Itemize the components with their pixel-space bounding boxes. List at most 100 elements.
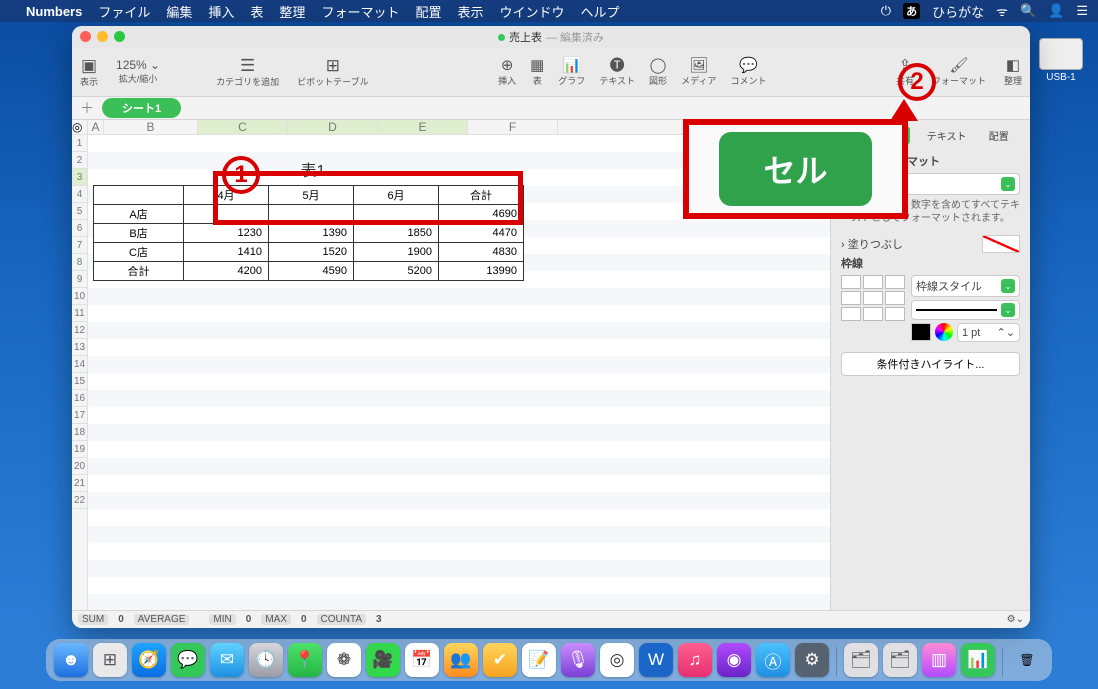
row-1[interactable]: 1 (72, 135, 87, 152)
column-headers[interactable]: A B C D E F (88, 120, 830, 135)
row-10[interactable]: 10 (72, 288, 87, 305)
menu-help[interactable]: ヘルプ (581, 2, 620, 21)
dock-mail[interactable]: ✉︎ (210, 643, 244, 677)
row-22[interactable]: 22 (72, 492, 87, 509)
row-headers[interactable]: 1 2 3 4 5 6 7 8 9 10 11 12 13 14 15 16 1… (72, 135, 88, 610)
dock-music[interactable]: ♫ (678, 643, 712, 677)
control-center-icon[interactable]: ☰ (1076, 3, 1088, 19)
row-2[interactable]: 2 (72, 152, 87, 169)
toolbar-table[interactable]: ▦表 (530, 58, 544, 87)
dock-maps[interactable]: 📍 (288, 643, 322, 677)
toolbar-pivot[interactable]: ⊞ ピボットテーブル (297, 57, 368, 88)
add-sheet-button[interactable]: ＋ (78, 98, 96, 118)
dock-settings[interactable]: ⚙︎ (795, 643, 829, 677)
sheet-tab-1[interactable]: シート1 (102, 98, 181, 118)
dock-numbers[interactable]: 📊 (961, 643, 995, 677)
toolbar-share[interactable]: ⇪共有 (896, 58, 914, 87)
border-style-select[interactable]: 枠線スタイル ⌄ (911, 275, 1020, 297)
dock-appstore[interactable]: Ⓐ (756, 643, 790, 677)
dock-podcasts2[interactable]: ◉ (717, 643, 751, 677)
menu-edit[interactable]: 編集 (166, 2, 192, 21)
row-14[interactable]: 14 (72, 356, 87, 373)
row-3[interactable]: 3 (72, 169, 87, 186)
toolbar-tidy[interactable]: ◧整理 (1004, 58, 1022, 87)
desktop-usb-drive[interactable]: USB-1 (1036, 38, 1086, 83)
dock-trash[interactable]: 🗑 (1010, 643, 1044, 677)
status-settings-button[interactable]: ⚙︎⌄ (1007, 614, 1024, 625)
dock-contacts[interactable]: 👥 (444, 643, 478, 677)
row-13[interactable]: 13 (72, 339, 87, 356)
menu-insert[interactable]: 挿入 (208, 2, 234, 21)
border-color-swatch[interactable] (911, 323, 931, 341)
dock-podcasts[interactable]: 🎙 (561, 643, 595, 677)
dock-messages[interactable]: 💬 (171, 643, 205, 677)
menu-file[interactable]: ファイル (98, 2, 150, 21)
data-format-select[interactable]: テキスト ⌄ (841, 173, 1020, 195)
row-18[interactable]: 18 (72, 424, 87, 441)
inspector-tab-text[interactable]: テキスト (921, 126, 973, 145)
header-m6[interactable]: 6月 (354, 186, 439, 205)
row-5[interactable]: 5 (72, 203, 87, 220)
header-m5[interactable]: 5月 (269, 186, 354, 205)
dock-clock[interactable]: 🕓 (249, 643, 283, 677)
border-line-select[interactable]: ⌄ (911, 300, 1020, 320)
data-table[interactable]: 4月 5月 6月 合計 A店4690 B店1230139018504470 C店… (93, 185, 524, 281)
border-thickness[interactable]: 1 pt ⌃⌄ (957, 323, 1020, 342)
menu-arrange[interactable]: 配置 (415, 2, 441, 21)
col-D[interactable]: D (288, 120, 378, 134)
color-wheel-icon[interactable] (935, 323, 953, 341)
fill-swatch[interactable] (982, 235, 1020, 253)
row-19[interactable]: 19 (72, 441, 87, 458)
col-A[interactable]: A (88, 120, 104, 134)
dock-photos[interactable]: ❁ (327, 643, 361, 677)
dock-calendar[interactable]: 📅 (405, 643, 439, 677)
close-button[interactable] (80, 31, 91, 42)
row-7[interactable]: 7 (72, 237, 87, 254)
ime-mode[interactable]: ひらがな (932, 2, 984, 21)
dock-stack2[interactable]: 🗂 (883, 643, 917, 677)
toolbar-category[interactable]: ☰ カテゴリを追加 (216, 57, 279, 88)
dock-launchpad[interactable]: ⊞ (93, 643, 127, 677)
header-m4[interactable]: 4月 (184, 186, 269, 205)
window-titlebar[interactable]: 売上表 — 編集済み (72, 26, 1030, 48)
menu-format[interactable]: フォーマット (321, 2, 399, 21)
battery-icon[interactable]: ⏻ (881, 3, 891, 19)
menu-organize[interactable]: 整理 (279, 2, 305, 21)
dock-word[interactable]: W (639, 643, 673, 677)
table-title[interactable]: 表1 (93, 157, 533, 181)
ime-flag[interactable]: あ (903, 3, 920, 19)
col-F[interactable]: F (468, 120, 558, 134)
col-C[interactable]: C (198, 120, 288, 134)
toolbar-media[interactable]: 🖼メディア (681, 58, 716, 87)
menu-table[interactable]: 表 (250, 2, 263, 21)
row-9[interactable]: 9 (72, 271, 87, 288)
col-B[interactable]: B (104, 120, 198, 134)
row-16[interactable]: 16 (72, 390, 87, 407)
dock-stack1[interactable]: 🗂 (844, 643, 878, 677)
zoom-button[interactable] (114, 31, 125, 42)
dock-notes[interactable]: 📝 (522, 643, 556, 677)
dock-reminders[interactable]: ✔︎ (483, 643, 517, 677)
dock-safari[interactable]: 🧭 (132, 643, 166, 677)
row-col-corner[interactable]: ◎ (72, 120, 88, 135)
toolbar-chart[interactable]: 📊グラフ (558, 58, 585, 87)
spreadsheet-canvas[interactable]: ◎ A B C D E F 1 2 3 4 5 6 7 8 9 10 11 (72, 120, 830, 610)
header-blank[interactable] (94, 186, 184, 205)
wifi-icon[interactable]: ᯤ (996, 2, 1008, 20)
row-11[interactable]: 11 (72, 305, 87, 322)
menu-view[interactable]: 表示 (457, 2, 483, 21)
inspector-tab-cell[interactable]: セル (878, 126, 910, 145)
conditional-highlight-button[interactable]: 条件付きハイライト... (841, 352, 1020, 376)
dock-facetime[interactable]: 🎥 (366, 643, 400, 677)
row-12[interactable]: 12 (72, 322, 87, 339)
row-15[interactable]: 15 (72, 373, 87, 390)
toolbar-shape[interactable]: ◯図形 (649, 58, 667, 87)
row-17[interactable]: 17 (72, 407, 87, 424)
dock-shortcuts[interactable]: ▥ (922, 643, 956, 677)
inspector-tab-arrange[interactable]: 配置 (983, 126, 1015, 145)
row-8[interactable]: 8 (72, 254, 87, 271)
row-4[interactable]: 4 (72, 186, 87, 203)
header-total[interactable]: 合計 (439, 186, 524, 205)
user-icon[interactable]: 👤 (1048, 3, 1064, 19)
col-E[interactable]: E (378, 120, 468, 134)
